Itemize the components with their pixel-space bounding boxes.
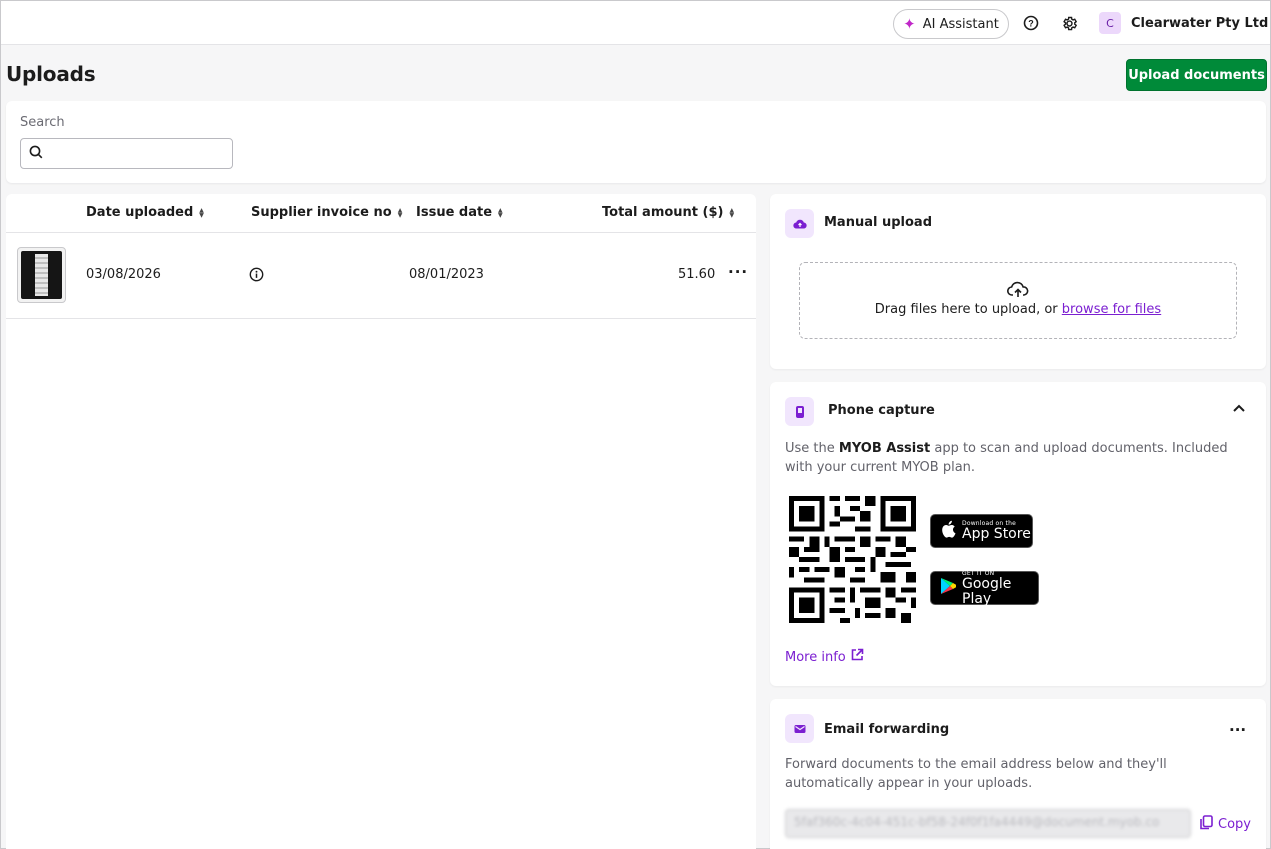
app-store-badge[interactable]: Download on the App Store: [930, 514, 1033, 548]
forwarding-email-field[interactable]: 5faf360c-4c04-451c-bf58-24f0f1fa4449@doc…: [785, 809, 1191, 838]
column-header-supplier-invoice[interactable]: Supplier invoice no ▲ ▼: [251, 205, 402, 220]
business-name: Clearwater Pty Ltd: [1131, 15, 1269, 31]
uploads-table: Date uploaded ▲ ▼ Supplier invoice no ▲ ▼ …: [6, 194, 756, 849]
sort-icon: ▲ ▼: [397, 206, 403, 219]
svg-text:?: ?: [1028, 19, 1034, 29]
more-actions-icon[interactable]: ···: [728, 263, 748, 281]
search-icon: [29, 145, 43, 163]
search-label: Search: [20, 115, 65, 130]
google-play-icon: [940, 577, 956, 599]
copy-icon: [1200, 815, 1213, 834]
top-bar: ✦ AI Assistant ? C Clearwater Pty Ltd: [1, 1, 1270, 45]
sort-icon: ▲ ▼: [199, 206, 204, 219]
browse-files-link[interactable]: browse for files: [1062, 302, 1161, 317]
help-icon[interactable]: ?: [1022, 14, 1040, 32]
apple-icon: [940, 520, 956, 542]
search-panel: Search: [6, 101, 1266, 183]
copy-button[interactable]: Copy: [1200, 815, 1251, 834]
dropzone-text: Drag files here to upload, or browse for…: [874, 302, 1162, 317]
search-field[interactable]: [20, 138, 233, 169]
info-icon[interactable]: [249, 267, 264, 286]
table-row[interactable]: 03/08/2026 08/01/2023 51.60 ···: [6, 233, 756, 319]
email-forwarding-title: Email forwarding: [824, 722, 950, 737]
document-thumbnail[interactable]: [17, 247, 66, 303]
phone-icon: [785, 397, 814, 426]
column-header-date-uploaded[interactable]: Date uploaded ▲ ▼: [86, 205, 204, 220]
external-link-icon: [850, 648, 864, 666]
sort-icon: ▲ ▼: [729, 206, 735, 219]
page-title: Uploads: [6, 62, 96, 86]
phone-capture-description: Use the MYOB Assist app to scan and uplo…: [785, 441, 1228, 475]
manual-upload-card: Manual upload Drag files here to upload,…: [770, 194, 1266, 369]
ai-assistant-button[interactable]: ✦ AI Assistant: [893, 9, 1009, 39]
business-switcher[interactable]: C Clearwater Pty Ltd: [1099, 12, 1268, 34]
gear-icon[interactable]: [1060, 14, 1078, 32]
phone-capture-card: Phone capture Use the MYOB Assist app to…: [770, 382, 1266, 686]
column-header-total-amount[interactable]: Total amount ($) ▲ ▼: [602, 205, 734, 220]
table-header: Date uploaded ▲ ▼ Supplier invoice no ▲ ▼ …: [6, 194, 756, 233]
chevron-up-icon[interactable]: [1232, 402, 1246, 417]
sort-icon: ▲ ▼: [498, 206, 503, 219]
issue-date-cell: 08/01/2023: [409, 267, 484, 282]
qr-code: [789, 496, 916, 623]
ai-assistant-label: AI Assistant: [922, 16, 999, 32]
column-header-issue-date[interactable]: Issue date ▲ ▼: [416, 205, 503, 220]
search-input[interactable]: [49, 146, 232, 161]
date-uploaded-cell: 03/08/2026: [86, 267, 161, 282]
more-options-icon[interactable]: ···: [1229, 721, 1246, 739]
upload-cloud-icon: [1007, 281, 1029, 303]
email-forwarding-description: Forward documents to the email address b…: [785, 757, 1167, 791]
total-amount-cell: 51.60: [678, 267, 716, 282]
google-play-badge[interactable]: GET IT ON Google Play: [930, 570, 1039, 606]
email-forwarding-card: Email forwarding ··· Forward documents t…: [770, 699, 1266, 849]
phone-capture-title: Phone capture: [828, 403, 935, 418]
manual-upload-title: Manual upload: [824, 215, 932, 230]
upload-documents-button[interactable]: Upload documents: [1126, 59, 1267, 91]
more-info-link[interactable]: More info: [785, 648, 864, 666]
file-dropzone[interactable]: Drag files here to upload, or browse for…: [799, 262, 1237, 339]
envelope-icon: [785, 714, 814, 743]
sparkle-icon: ✦: [903, 14, 916, 33]
cloud-upload-icon: [785, 209, 814, 238]
avatar: C: [1099, 12, 1121, 34]
